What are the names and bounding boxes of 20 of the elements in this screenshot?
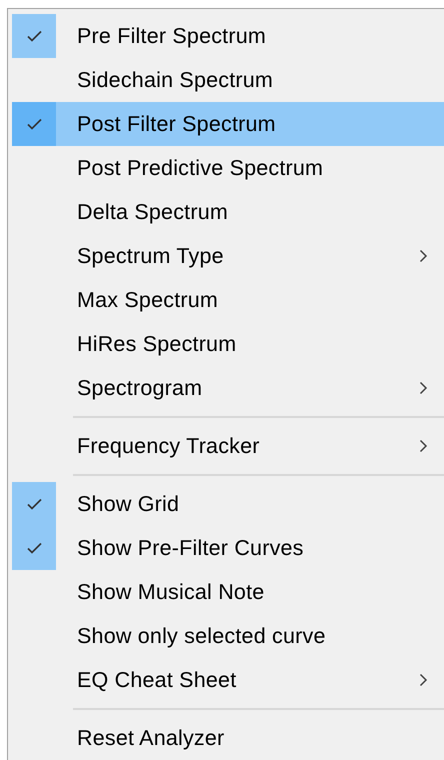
menu-item[interactable]: Frequency Tracker [12,424,444,468]
menu-item[interactable]: Show Pre-Filter Curves [12,526,444,570]
menu-item[interactable]: Post Predictive Spectrum [12,146,444,190]
menu-item[interactable]: Spectrogram [12,366,444,410]
menu-item[interactable]: HiRes Spectrum [12,322,444,366]
menu-item[interactable]: Show only selected curve [12,614,444,658]
menu-item[interactable]: Reset Analyzer [12,716,444,760]
menu-item[interactable]: Max Spectrum [12,278,444,322]
menu-item[interactable]: Show Grid [12,482,444,526]
menu-item[interactable]: Spectrum Type [12,234,444,278]
menu-item[interactable]: Show Musical Note [12,570,444,614]
menu-item[interactable]: Sidechain Spectrum [12,58,444,102]
checkmark-icon [26,118,42,130]
checkmark-icon [26,30,42,42]
menu-item[interactable]: Post Filter Spectrum [12,102,444,146]
checkmark-icon [26,498,42,510]
menu-item[interactable]: Pre Filter Spectrum [12,14,444,58]
menu-item[interactable]: Delta Spectrum [12,190,444,234]
checkmark-icon [26,542,42,554]
menu-item[interactable]: EQ Cheat Sheet [12,658,444,702]
